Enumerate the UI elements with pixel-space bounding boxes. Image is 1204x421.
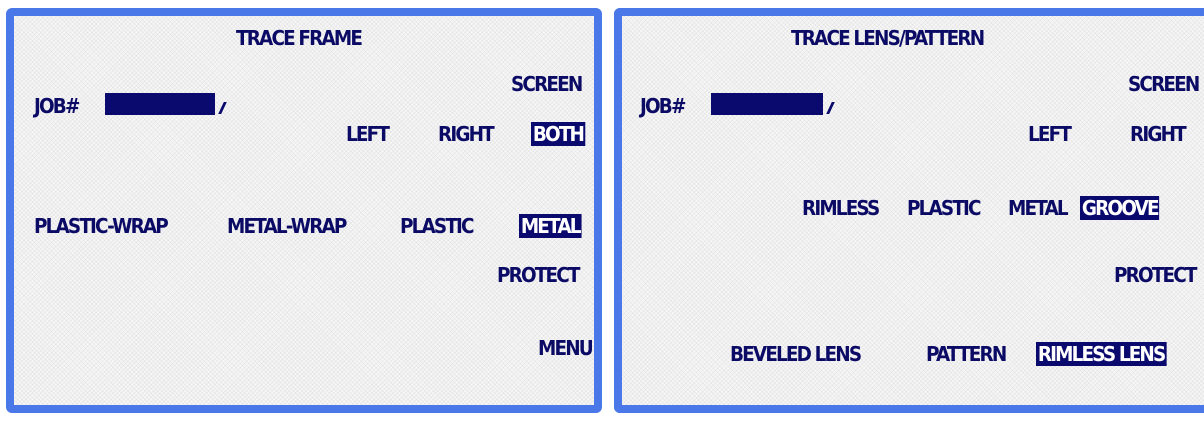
frame-option-metal[interactable]: METAL <box>1008 196 1069 220</box>
screen-title: TRACE LENS/PATTERN <box>791 26 985 50</box>
menu-button[interactable]: MENU <box>538 336 594 360</box>
eye-option-left[interactable]: LEFT <box>1028 122 1072 146</box>
frame-option-plastic[interactable]: PLASTIC <box>907 196 982 220</box>
job-cursor <box>826 102 835 114</box>
trace-frame-screen: TRACE FRAME SCREEN JOB# LEFT RIGHT BOTH … <box>6 8 602 413</box>
screen-button[interactable]: SCREEN <box>511 72 583 96</box>
pattern-option-rimless-lens[interactable]: RIMLESS LENS <box>1036 342 1167 366</box>
eye-option-left[interactable]: LEFT <box>346 122 390 146</box>
frame-option-plastic[interactable]: PLASTIC <box>400 214 475 238</box>
job-number-field[interactable] <box>105 93 215 115</box>
frame-option-rimless[interactable]: RIMLESS <box>802 196 880 220</box>
pattern-option-beveled-lens[interactable]: BEVELED LENS <box>730 342 862 366</box>
pattern-option-pattern[interactable]: PATTERN <box>926 342 1007 366</box>
eye-option-both[interactable]: BOTH <box>531 122 585 146</box>
frame-option-plastic-wrap[interactable]: PLASTIC-WRAP <box>34 214 169 238</box>
screen-title: TRACE FRAME <box>236 26 363 50</box>
protect-button[interactable]: PROTECT <box>1114 263 1197 287</box>
job-number-field[interactable] <box>711 93 823 115</box>
eye-option-right[interactable]: RIGHT <box>438 122 495 146</box>
job-label: JOB# <box>640 94 686 118</box>
job-label: JOB# <box>34 94 80 118</box>
trace-lens-pattern-screen: TRACE LENS/PATTERN SCREEN JOB# LEFT RIGH… <box>614 8 1204 413</box>
eye-option-right[interactable]: RIGHT <box>1130 122 1187 146</box>
frame-option-metal-wrap[interactable]: METAL-WRAP <box>227 214 347 238</box>
frame-option-metal[interactable]: METAL <box>519 214 582 238</box>
frame-option-groove[interactable]: GROOVE <box>1080 196 1160 220</box>
job-cursor <box>218 102 227 114</box>
screen-button[interactable]: SCREEN <box>1128 72 1200 96</box>
protect-button[interactable]: PROTECT <box>497 263 580 287</box>
